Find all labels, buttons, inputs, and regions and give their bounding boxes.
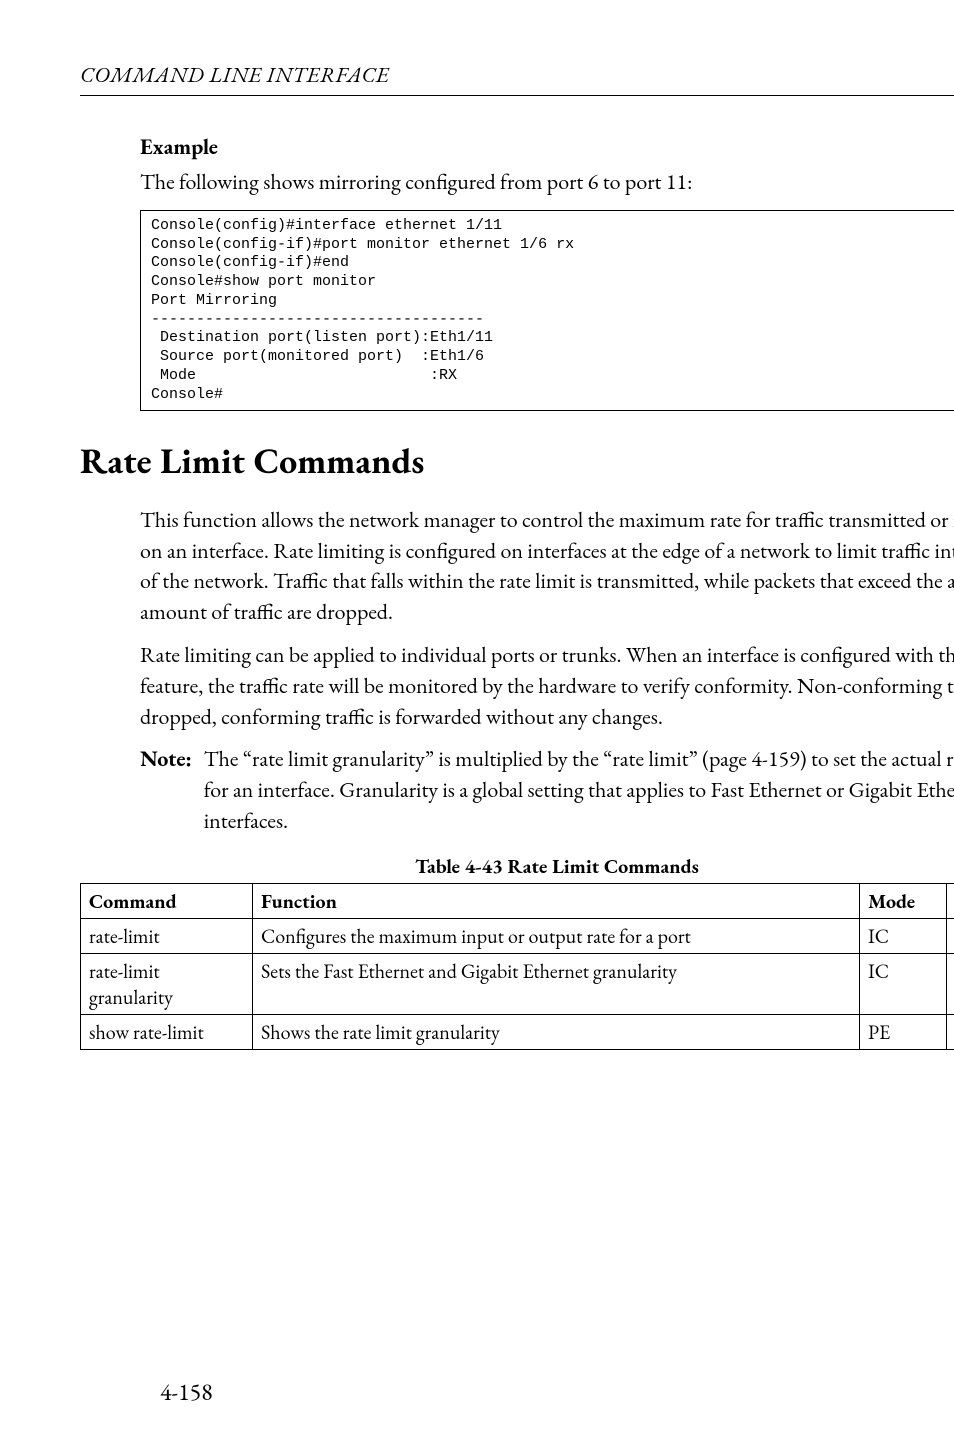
td-mode: IC <box>860 918 947 953</box>
table-header-row: Command Function Mode Page <box>81 883 954 918</box>
page-number: 4-158 <box>160 1377 213 1408</box>
paragraph-2: Rate limiting can be applied to individu… <box>140 640 954 732</box>
th-page: Page <box>947 883 954 918</box>
table-caption: Table 4-43 Rate Limit Commands <box>80 853 954 879</box>
paragraph-1: This function allows the network manager… <box>140 505 954 628</box>
example-heading: Example <box>140 132 954 161</box>
th-function: Function <box>253 883 860 918</box>
table-row: rate-limit Configures the maximum input … <box>81 918 954 953</box>
note: Note: The “rate limit granularity” is mu… <box>140 744 954 836</box>
td-function: Shows the rate limit granularity <box>253 1014 860 1049</box>
running-head: COMMAND LINE INTERFACE <box>80 60 954 89</box>
th-command: Command <box>81 883 253 918</box>
td-mode: IC <box>860 953 947 1014</box>
note-label: Note: <box>140 744 192 836</box>
td-page: 4-160 <box>947 953 954 1014</box>
main-content: Example The following shows mirroring co… <box>80 132 954 1050</box>
table-row: rate-limit granularity Sets the Fast Eth… <box>81 953 954 1014</box>
td-command: show rate-limit <box>81 1014 253 1049</box>
section-title: Rate Limit Commands <box>80 441 954 481</box>
td-command: rate-limit <box>81 918 253 953</box>
table-row: show rate-limit Shows the rate limit gra… <box>81 1014 954 1049</box>
note-body: The “rate limit granularity” is multipli… <box>204 744 954 836</box>
td-page: 4-159 <box>947 918 954 953</box>
td-function: Configures the maximum input or output r… <box>253 918 860 953</box>
td-function: Sets the Fast Ethernet and Gigabit Ether… <box>253 953 860 1014</box>
td-page: 4-161 <box>947 1014 954 1049</box>
example-intro: The following shows mirroring configured… <box>140 167 954 198</box>
rate-limit-commands-table: Command Function Mode Page rate-limit Co… <box>80 883 954 1050</box>
th-mode: Mode <box>860 883 947 918</box>
rule <box>80 95 954 96</box>
code-block: Console(config)#interface ethernet 1/11 … <box>140 210 954 412</box>
td-mode: PE <box>860 1014 947 1049</box>
td-command: rate-limit granularity <box>81 953 253 1014</box>
